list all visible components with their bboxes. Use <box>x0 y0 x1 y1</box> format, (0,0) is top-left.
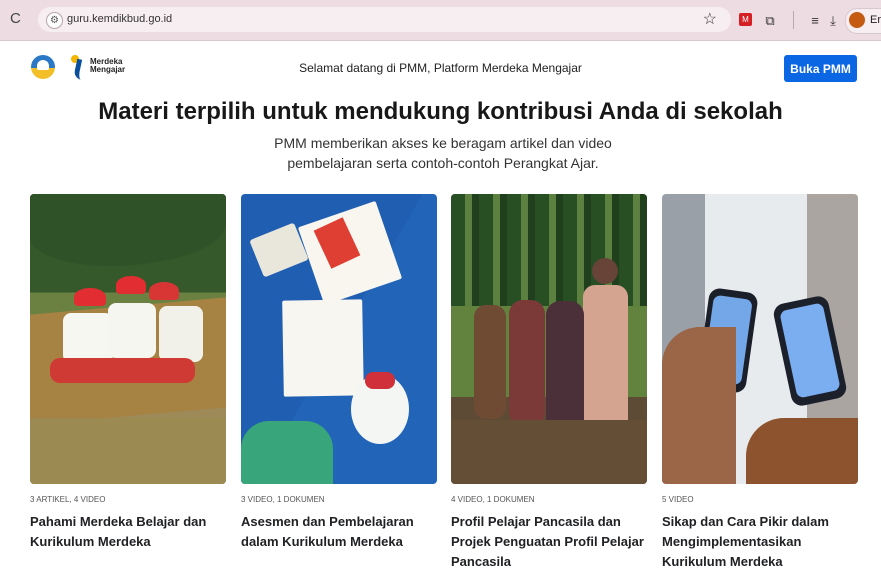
bookmark-star-icon[interactable]: ☆ <box>703 9 717 29</box>
path-ground <box>451 420 647 484</box>
browser-toolbar: C ⚙ guru.kemdikbud.go.id ☆ M ⧉ ≡ ⤓ Ern <box>0 0 881 41</box>
student-3 <box>546 301 584 433</box>
white-shirt-3 <box>159 306 203 362</box>
worksheet-center <box>282 299 364 397</box>
subtitle-line-1: PMM memberikan akses ke beragam artikel … <box>274 135 612 151</box>
profile-name: Ern <box>870 14 881 26</box>
card-meta: 3 VIDEO, 1 DOKUMEN <box>241 495 325 504</box>
welcome-message: Selamat datang di PMM, Platform Merdeka … <box>299 61 582 75</box>
page-title: Materi terpilih untuk mendukung kontribu… <box>98 98 783 125</box>
hand-right <box>746 418 858 484</box>
card-title[interactable]: Pahami Merdeka Belajar dan Kurikulum Mer… <box>30 512 226 552</box>
puzzle-icon[interactable]: ⧉ <box>761 12 779 30</box>
card-meta: 4 VIDEO, 1 DOKUMEN <box>451 495 535 504</box>
hand-left <box>662 327 736 484</box>
student-1 <box>474 305 506 419</box>
material-card-asesmen[interactable]: 3 VIDEO, 1 DOKUMEN Asesmen dan Pembelaja… <box>241 194 437 568</box>
page-subtitle: PMM memberikan akses ke beragam artikel … <box>180 133 706 173</box>
white-shirt-1 <box>63 313 113 363</box>
profile-avatar-icon <box>849 12 865 28</box>
site-header: Merdeka Mengajar Selamat datang di PMM, … <box>0 41 881 93</box>
card-title[interactable]: Profil Pelajar Pancasila dan Projek Peng… <box>451 512 647 572</box>
teacher-dress <box>583 285 628 425</box>
tree-background <box>30 194 226 266</box>
students-outdoor-image[interactable] <box>451 194 647 484</box>
white-shirt-2 <box>108 303 156 358</box>
grass-foreground <box>30 418 226 484</box>
students-reading-image[interactable] <box>30 194 226 484</box>
teacher-head <box>592 258 618 284</box>
red-uniform-pants <box>50 358 195 383</box>
worksheet-table-image[interactable] <box>241 194 437 484</box>
red-cap-1 <box>74 288 106 306</box>
card-meta: 5 VIDEO <box>662 495 694 504</box>
reading-list-icon[interactable]: ≡ <box>806 12 824 30</box>
toy-car <box>365 372 395 389</box>
address-bar[interactable]: ⚙ guru.kemdikbud.go.id ☆ <box>38 7 731 32</box>
material-card-sikap[interactable]: 5 VIDEO Sikap dan Cara Pikir dalam Mengi… <box>662 194 858 569</box>
phones-app-image[interactable] <box>662 194 858 484</box>
red-cap-2 <box>116 276 146 294</box>
red-cap-3 <box>149 282 179 300</box>
profile-button[interactable]: Ern <box>845 8 881 34</box>
toolbar-divider <box>793 11 794 29</box>
card-title[interactable]: Sikap dan Cara Pikir dalam Mengimplement… <box>662 512 858 572</box>
material-card-merdeka-belajar[interactable]: 3 ARTIKEL, 4 VIDEO Pahami Merdeka Belaja… <box>30 194 226 568</box>
url-text[interactable]: guru.kemdikbud.go.id <box>67 13 172 25</box>
refresh-icon[interactable]: C <box>10 10 28 28</box>
card-title[interactable]: Asesmen dan Pembelajaran dalam Kurikulum… <box>241 512 437 552</box>
download-icon[interactable]: ⤓ <box>824 12 842 30</box>
open-pmm-button[interactable]: Buka PMM <box>784 55 857 82</box>
subtitle-line-2: pembelajaran serta contoh-contoh Perangk… <box>287 155 599 171</box>
site-settings-icon[interactable]: ⚙ <box>46 12 63 29</box>
material-card-profil-pancasila[interactable]: 4 VIDEO, 1 DOKUMEN Profil Pelajar Pancas… <box>451 194 647 569</box>
green-sleeve <box>241 421 333 484</box>
card-meta: 3 ARTIKEL, 4 VIDEO <box>30 495 106 504</box>
student-2 <box>509 300 545 426</box>
extension-icon[interactable]: M <box>739 13 752 26</box>
